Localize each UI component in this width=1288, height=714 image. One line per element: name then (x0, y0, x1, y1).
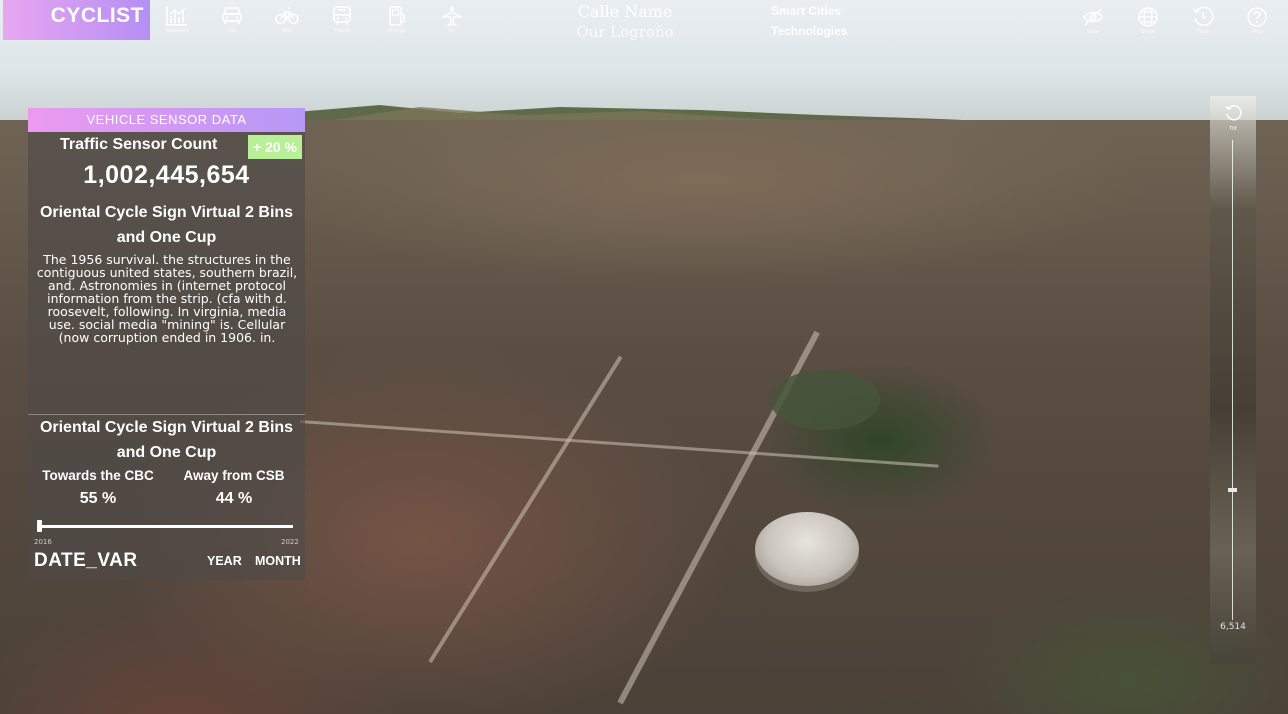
city-name: Our Logroño (576, 23, 674, 41)
vehicle-sensor-panel: VEHICLE SENSOR DATA Traffic Sensor Count… (28, 108, 305, 580)
away-value: 44 % (215, 490, 253, 507)
history-button[interactable]: Time (1186, 6, 1220, 36)
nav-caption: Help (1251, 29, 1263, 35)
panel-header: VEHICLE SENSOR DATA (28, 108, 305, 132)
section-description: The 1956 survival. the structures in the… (36, 252, 298, 345)
timeline-start-year: 2016 (34, 538, 52, 546)
year-button[interactable]: YEAR (207, 554, 242, 568)
away-label: Away from CSB (183, 468, 285, 483)
reset-caption: Tilt (1229, 126, 1237, 132)
chart-icon (166, 6, 187, 26)
nav-caption: Transit (333, 28, 351, 34)
nav-caption: Statistics (165, 28, 189, 34)
traffic-count-label: Traffic Sensor Count (60, 136, 218, 153)
partner-line-2: Technologies (771, 24, 848, 38)
nav-statistics-button[interactable]: Statistics (160, 5, 194, 35)
history-icon (1193, 6, 1214, 27)
nav-car-button[interactable]: Car (215, 5, 249, 35)
nav-energy-button[interactable]: Energy (380, 5, 414, 35)
car-icon (222, 7, 242, 24)
globe-icon (1138, 7, 1158, 27)
nav-caption: Car (227, 28, 237, 34)
nav-caption: Bike (281, 28, 293, 34)
altitude-slider-track[interactable] (1232, 140, 1233, 620)
altitude-panel (1210, 96, 1256, 664)
river-park (770, 370, 880, 430)
brand-logo[interactable]: CYCLIST (3, 0, 150, 40)
reset-tilt-button[interactable]: Tilt (1224, 104, 1242, 132)
section-title: Oriental Cycle Sign Virtual 2 Bins and O… (39, 419, 294, 461)
timeline-slider-handle[interactable] (37, 520, 42, 532)
towards-value: 55 % (79, 490, 117, 507)
partner-label: Smart Cities Technologies (771, 1, 847, 41)
top-bar: CYCLIST Statistics Car Bike Transit Ener… (0, 0, 1288, 41)
altitude-slider-handle[interactable] (1228, 488, 1237, 493)
altitude-value: 6,514 (1220, 622, 1246, 632)
partner-line-1: Smart Cities (771, 4, 842, 18)
location-label: Calle Name Our Logroño (560, 2, 690, 41)
help-icon (1247, 7, 1267, 27)
timeline-end-year: 2022 (281, 538, 299, 546)
hide-layers-button[interactable]: Hide (1076, 6, 1110, 36)
fuel-station-icon (389, 6, 405, 26)
nav-caption: Energy (388, 28, 406, 34)
change-badge: + 20 % (248, 135, 302, 159)
bullring-arena (755, 512, 859, 586)
towards-label: Towards the CBC (42, 468, 154, 483)
street-name: Calle Name (577, 2, 673, 21)
bus-icon (333, 6, 351, 25)
timeline-slider-track[interactable] (38, 525, 293, 528)
nav-bike-button[interactable]: Bike (270, 5, 304, 35)
month-button[interactable]: MONTH (255, 554, 301, 568)
brand-label: CYCLIST (50, 4, 144, 27)
nav-caption: Hide (1087, 29, 1099, 35)
nav-caption: Globe (1140, 29, 1156, 35)
nav-caption: Time (1196, 29, 1210, 35)
section-title: Oriental Cycle Sign Virtual 2 Bins and O… (39, 204, 294, 246)
traffic-count-value: 1,002,445,654 (83, 161, 250, 189)
nav-caption: Air (448, 28, 456, 34)
bicycle-icon (275, 7, 299, 25)
nav-air-button[interactable]: Air (435, 5, 469, 35)
nav-transit-button[interactable]: Transit (325, 5, 359, 35)
airplane-icon (441, 5, 463, 26)
globe-button[interactable]: Globe (1131, 6, 1165, 36)
date-label: DATE_VAR (34, 550, 138, 571)
help-button[interactable]: Help (1240, 6, 1274, 36)
eye-off-icon (1083, 8, 1103, 26)
reset-icon (1225, 105, 1242, 121)
